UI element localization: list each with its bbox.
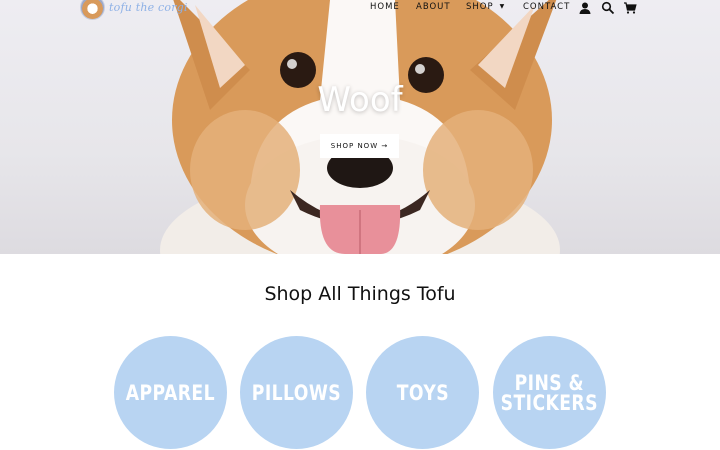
category-label: PINS & STICKERS <box>500 370 599 415</box>
shop-now-button[interactable]: SHOP NOW → <box>320 134 399 158</box>
search-icon[interactable] <box>601 1 615 15</box>
cart-icon[interactable] <box>623 1 637 15</box>
category-list: APPAREL PILLOWS TOYS PINS & STICKERS <box>0 336 720 450</box>
category-pillows[interactable]: PILLOWS <box>240 336 353 449</box>
category-pins-stickers[interactable]: PINS & STICKERS <box>493 336 606 449</box>
nav-item-shop[interactable]: SHOP ▼ <box>466 2 505 12</box>
nav-item-home[interactable]: HOME <box>370 2 400 12</box>
account-icon[interactable] <box>578 1 592 15</box>
main-nav: HOME ABOUT SHOP ▼ CONTACT <box>0 1 720 16</box>
category-toys[interactable]: TOYS <box>366 336 479 449</box>
hero-title: Woof <box>317 80 403 120</box>
chevron-down-icon: ▼ <box>499 3 506 10</box>
corgi-hero-image <box>160 0 560 254</box>
site-header: tofu the corgi HOME ABOUT SHOP ▼ CONTACT <box>0 0 720 20</box>
category-label: TOYS <box>396 380 449 405</box>
section-title: Shop All Things Tofu <box>264 283 456 305</box>
nav-item-contact[interactable]: CONTACT <box>523 2 570 12</box>
category-label: APPAREL <box>125 380 216 405</box>
nav-item-shop-label: SHOP <box>466 2 494 12</box>
category-apparel[interactable]: APPAREL <box>114 336 227 449</box>
hero-banner: Woof SHOP NOW → <box>0 0 720 254</box>
nav-item-about[interactable]: ABOUT <box>416 2 451 12</box>
category-label: PILLOWS <box>251 380 342 405</box>
